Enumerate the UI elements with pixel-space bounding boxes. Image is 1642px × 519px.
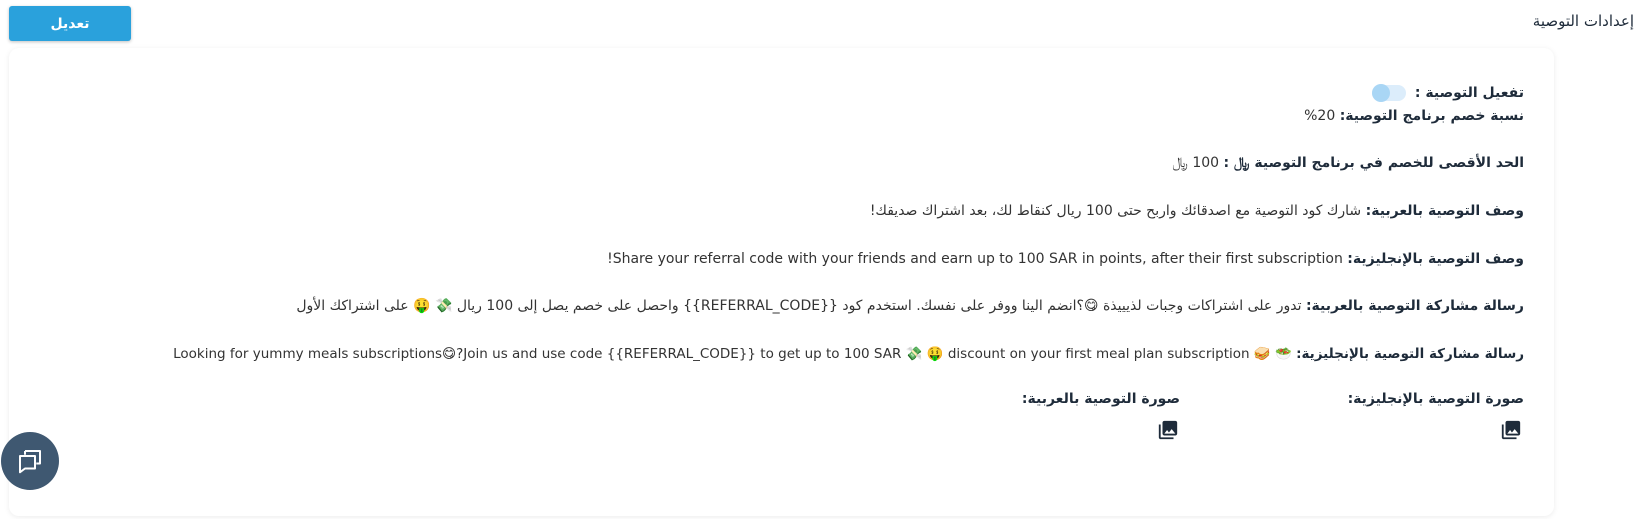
max-discount-label: الحد الأقصى للخصم في برنامج التوصية ﷼ :: [1223, 155, 1524, 171]
image-ar-label: صورة التوصية بالعربية:: [1021, 391, 1180, 407]
share-en-row: رسالة مشاركة التوصية بالإنجليزية: 🥗 🥪 Lo…: [173, 345, 1524, 363]
discount-label: نسبة خصم برنامج التوصية:: [1339, 108, 1524, 124]
activation-toggle[interactable]: [1372, 84, 1407, 102]
chat-button[interactable]: [1, 432, 59, 490]
desc-en-value: Share your referral code with your frien…: [607, 251, 1343, 267]
desc-ar-label: وصف التوصية بالعربية:: [1365, 203, 1524, 219]
share-ar-row: رسالة مشاركة التوصية بالعربية: تدور على …: [296, 297, 1524, 315]
activation-row: تفعيل التوصية :: [1372, 84, 1524, 102]
top-bar: إعدادات التوصية تعديل: [0, 0, 1642, 48]
edit-button[interactable]: تعديل: [9, 6, 131, 41]
toggle-knob: [1372, 84, 1391, 102]
desc-ar-row: وصف التوصية بالعربية: شارك كود التوصية م…: [870, 202, 1524, 220]
image-en-label: صورة التوصية بالإنجليزية:: [1347, 391, 1524, 407]
image-gallery-icon[interactable]: [1157, 419, 1179, 441]
image-gallery-icon[interactable]: [1500, 419, 1522, 441]
referral-settings-card: تفعيل التوصية : نسبة خصم برنامج التوصية:…: [9, 48, 1554, 516]
desc-en-row: وصف التوصية بالإنجليزية: Share your refe…: [607, 250, 1524, 268]
share-ar-value: تدور على اشتراكات وجبات لذيييذة 😋؟انضم ا…: [296, 298, 1302, 314]
discount-row: نسبة خصم برنامج التوصية: 20%: [1304, 107, 1524, 125]
share-en-label: رسالة مشاركة التوصية بالإنجليزية:: [1296, 346, 1524, 362]
desc-en-label: وصف التوصية بالإنجليزية:: [1347, 251, 1524, 267]
share-en-value: 🥗 🥪 Looking for yummy meals subscription…: [173, 346, 1292, 362]
page-title: إعدادات التوصية: [1532, 12, 1634, 30]
desc-ar-value: شارك كود التوصية مع اصدقائك واربح حتى 10…: [869, 203, 1362, 219]
discount-value: 20%: [1304, 108, 1336, 124]
chat-icon: [19, 450, 41, 474]
max-discount-value: 100 ﷼: [1172, 155, 1220, 171]
share-ar-label: رسالة مشاركة التوصية بالعربية:: [1305, 298, 1524, 314]
activation-label: تفعيل التوصية :: [1414, 85, 1524, 101]
max-discount-row: الحد الأقصى للخصم في برنامج التوصية ﷼ : …: [1172, 154, 1524, 172]
